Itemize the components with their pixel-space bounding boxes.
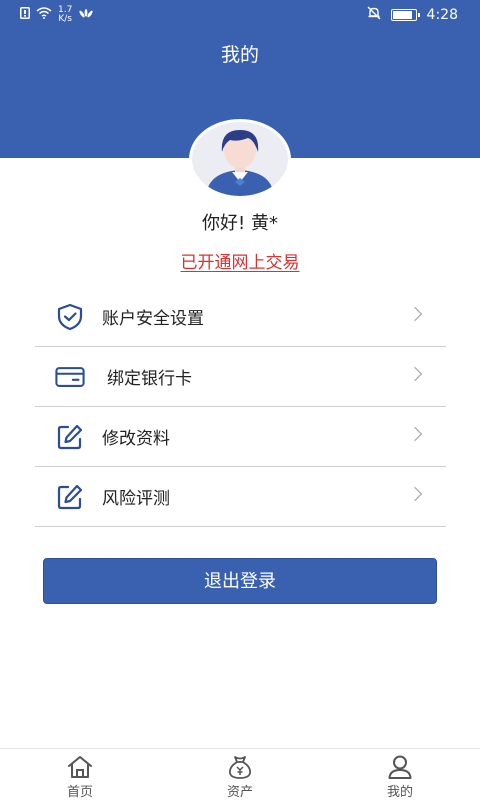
shield-check-icon bbox=[55, 302, 85, 332]
bottom-tab-bar: 首页 资产 我的 bbox=[0, 748, 480, 800]
network-speed-unit: K/s bbox=[58, 14, 72, 24]
menu-item-label: 修改资料 bbox=[102, 429, 170, 449]
edit-icon bbox=[55, 482, 85, 512]
page-title: 我的 bbox=[220, 44, 259, 66]
menu-item-account-security[interactable]: 账户安全设置 bbox=[35, 287, 446, 347]
menu-item-risk-assessment[interactable]: 风险评测 bbox=[35, 467, 446, 527]
avatar[interactable] bbox=[189, 119, 291, 199]
network-speed: 1.7 K/s bbox=[58, 6, 72, 24]
tab-mine[interactable]: 我的 bbox=[320, 749, 480, 800]
mute-bell-icon bbox=[367, 6, 381, 24]
tab-label: 资产 bbox=[226, 785, 253, 800]
chevron-right-icon bbox=[407, 426, 423, 441]
greeting-text: 你好! 黄* bbox=[202, 213, 278, 234]
logout-button[interactable]: 退出登录 bbox=[43, 558, 437, 604]
menu-item-bind-bank-card[interactable]: 绑定银行卡 bbox=[35, 347, 446, 407]
status-bar: 1.7 K/s 4:28 bbox=[0, 0, 480, 30]
menu-item-label: 风险评测 bbox=[102, 489, 170, 509]
menu-item-label: 账户安全设置 bbox=[102, 309, 204, 329]
tab-label: 首页 bbox=[66, 785, 93, 800]
avatar-illustration-icon bbox=[206, 130, 274, 196]
tab-label: 我的 bbox=[386, 785, 413, 800]
user-icon bbox=[385, 754, 415, 780]
status-time: 4:28 bbox=[426, 7, 458, 23]
chevron-right-icon bbox=[407, 486, 423, 501]
online-trading-status-link[interactable]: 已开通网上交易 bbox=[0, 248, 480, 273]
edit-icon bbox=[55, 422, 85, 452]
menu-item-label: 绑定银行卡 bbox=[107, 369, 192, 389]
tab-assets[interactable]: 资产 bbox=[160, 749, 320, 800]
home-icon bbox=[65, 754, 95, 780]
settings-menu: 账户安全设置 绑定银行卡 修改资料 风险评测 bbox=[35, 287, 446, 527]
notification-icon bbox=[20, 7, 30, 23]
status-left: 1.7 K/s bbox=[20, 6, 94, 24]
chevron-right-icon bbox=[407, 366, 423, 381]
chevron-right-icon bbox=[407, 306, 423, 321]
money-bag-icon bbox=[225, 754, 255, 780]
bank-card-icon bbox=[55, 362, 85, 392]
menu-item-edit-profile[interactable]: 修改资料 bbox=[35, 407, 446, 467]
wifi-icon bbox=[36, 7, 52, 23]
huawei-logo-icon bbox=[78, 8, 94, 23]
battery-icon bbox=[390, 9, 420, 21]
status-right: 4:28 bbox=[367, 6, 458, 24]
tab-home[interactable]: 首页 bbox=[0, 749, 160, 800]
